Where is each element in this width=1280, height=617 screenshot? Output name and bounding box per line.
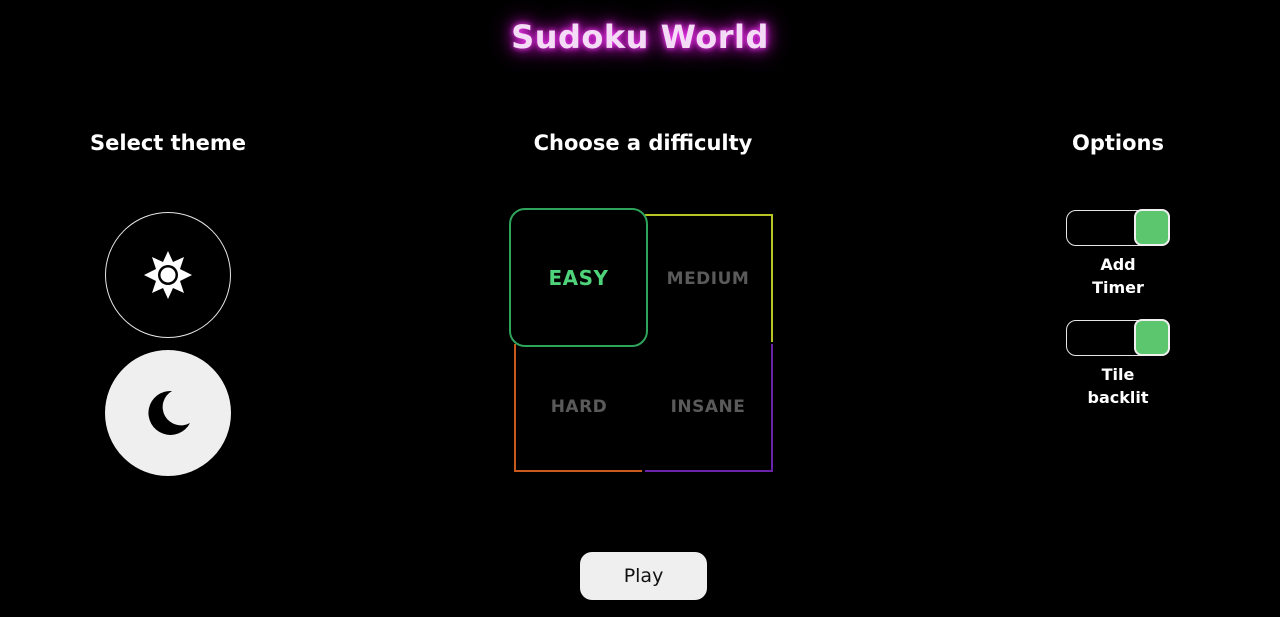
sun-icon: [144, 251, 192, 299]
add-timer-label-line1: Add: [1100, 255, 1136, 274]
theme-heading: Select theme: [90, 131, 246, 155]
difficulty-hard[interactable]: HARD: [514, 344, 642, 472]
difficulty-easy[interactable]: EASY: [509, 208, 648, 347]
toggle-knob: [1134, 209, 1170, 246]
add-timer-label-line2: Timer: [1092, 278, 1144, 297]
tile-backlit-label: Tile backlit: [1058, 363, 1178, 409]
tile-backlit-label-line2: backlit: [1087, 388, 1149, 407]
add-timer-toggle[interactable]: [1066, 209, 1170, 246]
tile-backlit-toggle[interactable]: [1066, 319, 1170, 356]
moon-icon: [148, 390, 190, 435]
options-heading: Options: [1072, 131, 1164, 155]
light-theme-button[interactable]: [105, 212, 231, 338]
play-button[interactable]: Play: [580, 552, 707, 600]
app-title: Sudoku World: [511, 18, 769, 56]
difficulty-medium[interactable]: MEDIUM: [645, 214, 773, 342]
add-timer-label: Add Timer: [1058, 253, 1178, 299]
difficulty-heading: Choose a difficulty: [533, 131, 753, 155]
toggle-knob: [1134, 319, 1170, 356]
dark-theme-button[interactable]: [105, 350, 231, 476]
tile-backlit-label-line1: Tile: [1101, 365, 1135, 384]
sudoku-menu: Sudoku World Select theme Choose a diffi…: [0, 0, 1280, 617]
difficulty-insane[interactable]: INSANE: [645, 344, 773, 472]
